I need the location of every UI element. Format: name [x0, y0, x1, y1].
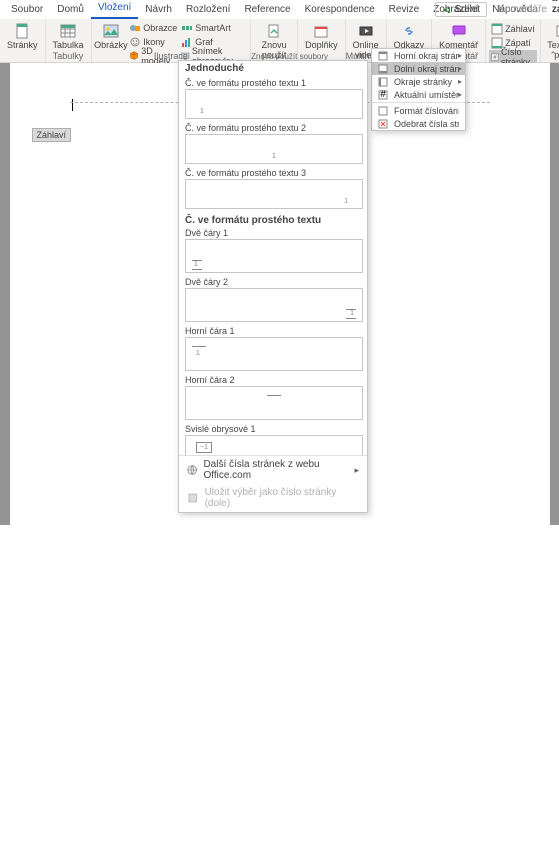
ribbon: Stránky Tabulka Tabulky Obrázky Obrazce …	[0, 19, 559, 63]
picture-icon	[103, 23, 119, 39]
tab-navrh[interactable]: Návrh	[138, 1, 179, 19]
gallery-scroll[interactable]: Č. ve formátu prostého textu 1 1 Č. ve f…	[179, 76, 367, 455]
gallery-thumb-vertical-outline-1[interactable]: ~1	[185, 435, 363, 455]
gallery-save-selection: Uložit výběr jako číslo stránky (dole)	[179, 484, 367, 512]
collapse-ribbon-icon[interactable]: ⌃	[549, 50, 557, 61]
reuse-icon	[266, 23, 282, 39]
group-label-tables: Tabulky	[46, 51, 91, 61]
gallery-thumb-plain-3[interactable]: 1	[185, 179, 363, 209]
link-icon	[401, 23, 417, 39]
gallery-more-from-office[interactable]: Další čísla stránek z webu Office.com ▸	[179, 456, 367, 484]
video-icon	[358, 23, 374, 39]
shapes-button[interactable]: Obrazce	[127, 21, 179, 35]
table-button[interactable]: Tabulka	[49, 21, 88, 52]
submenu-bottom-of-page[interactable]: Dolní okraj stránky▸	[372, 62, 465, 75]
tab-rozlozeni[interactable]: Rozložení	[179, 1, 237, 19]
submenu-current-position[interactable]: #Aktuální umístění▸	[372, 88, 465, 101]
comment-bubble-icon	[451, 23, 467, 39]
gallery-item-label: Dvě čáry 2	[185, 277, 363, 287]
page-number-submenu: Horní okraj stránky▸ Dolní okraj stránky…	[371, 48, 466, 131]
gallery-item-label: Horní čára 1	[185, 326, 363, 336]
format-icon	[378, 106, 388, 116]
submenu-top-of-page[interactable]: Horní okraj stránky▸	[372, 49, 465, 62]
submenu-page-margins[interactable]: Okraje stránky▸	[372, 75, 465, 88]
tab-soubor[interactable]: Soubor	[4, 1, 50, 19]
remove-icon	[378, 119, 388, 129]
page-number-gallery: Jednoduché Č. ve formátu prostého textu …	[178, 60, 368, 513]
gallery-item-label: Dvě čáry 1	[185, 228, 363, 238]
office-icon	[187, 464, 197, 476]
gallery-thumb-two-lines-2[interactable]: 1	[185, 288, 363, 322]
pages-button[interactable]: Stránky	[3, 21, 42, 52]
icons-icon	[129, 36, 141, 48]
share-button[interactable]: Sdílet	[435, 2, 488, 17]
gallery-thumb-two-lines-1[interactable]: 1	[185, 239, 363, 273]
smartart-button[interactable]: SmartArt	[179, 21, 247, 35]
save-icon	[187, 492, 199, 504]
gallery-item-label: Č. ve formátu prostého textu 2	[185, 123, 363, 133]
page-number-icon: #	[491, 51, 499, 63]
doc-margin-icon	[378, 77, 388, 87]
tab-revize[interactable]: Revize	[382, 1, 427, 19]
tab-vlozeni[interactable]: Vložení	[91, 0, 138, 19]
svg-text:#: #	[380, 90, 386, 100]
gallery-thumb-top-line-1[interactable]: 1	[185, 337, 363, 371]
doc-top-icon	[378, 51, 388, 61]
tab-reference[interactable]: Reference	[237, 1, 297, 19]
shapes-icon	[129, 22, 141, 34]
header-icon	[491, 23, 503, 35]
doc-bottom-icon	[378, 64, 388, 74]
addins-button[interactable]: Doplňky	[301, 21, 342, 52]
gallery-item-label: Horní čára 2	[185, 375, 363, 385]
share-icon	[442, 5, 452, 15]
comments-button[interactable]: Komentáře	[489, 3, 553, 16]
page-icon	[14, 23, 30, 39]
gallery-thumb-plain-1[interactable]: 1	[185, 89, 363, 119]
gallery-thumb-plain-2[interactable]: 1	[185, 134, 363, 164]
gallery-item-label: Č. ve formátu prostého textu 3	[185, 168, 363, 178]
doc-current-icon: #	[378, 90, 388, 100]
gallery-section-simple: Jednoduché	[179, 61, 367, 76]
table-icon	[60, 23, 76, 39]
gallery-item-label: Svislé obrysové 1	[185, 424, 363, 434]
textbox-icon: A	[555, 23, 559, 39]
submenu-format-numbers[interactable]: Formát číslování stránek...	[372, 104, 465, 117]
gallery-item-label: Č. ve formátu prostého textu 1	[185, 78, 363, 88]
tab-korespondence[interactable]: Korespondence	[298, 1, 382, 19]
page-number-button[interactable]: #Číslo stránky	[489, 50, 537, 64]
header-button[interactable]: Záhlaví	[489, 22, 537, 36]
svg-text:#: #	[493, 54, 497, 61]
tab-domu[interactable]: Domů	[50, 1, 91, 19]
gallery-section-plain: Č. ve formátu prostého textu	[185, 215, 363, 226]
header-tag: Záhlaví	[32, 128, 72, 142]
smartart-icon	[181, 22, 193, 34]
gallery-thumb-top-line-2[interactable]	[185, 386, 363, 420]
submenu-remove-numbers[interactable]: Odebrat čísla stránek	[372, 117, 465, 130]
addin-icon	[313, 23, 329, 39]
